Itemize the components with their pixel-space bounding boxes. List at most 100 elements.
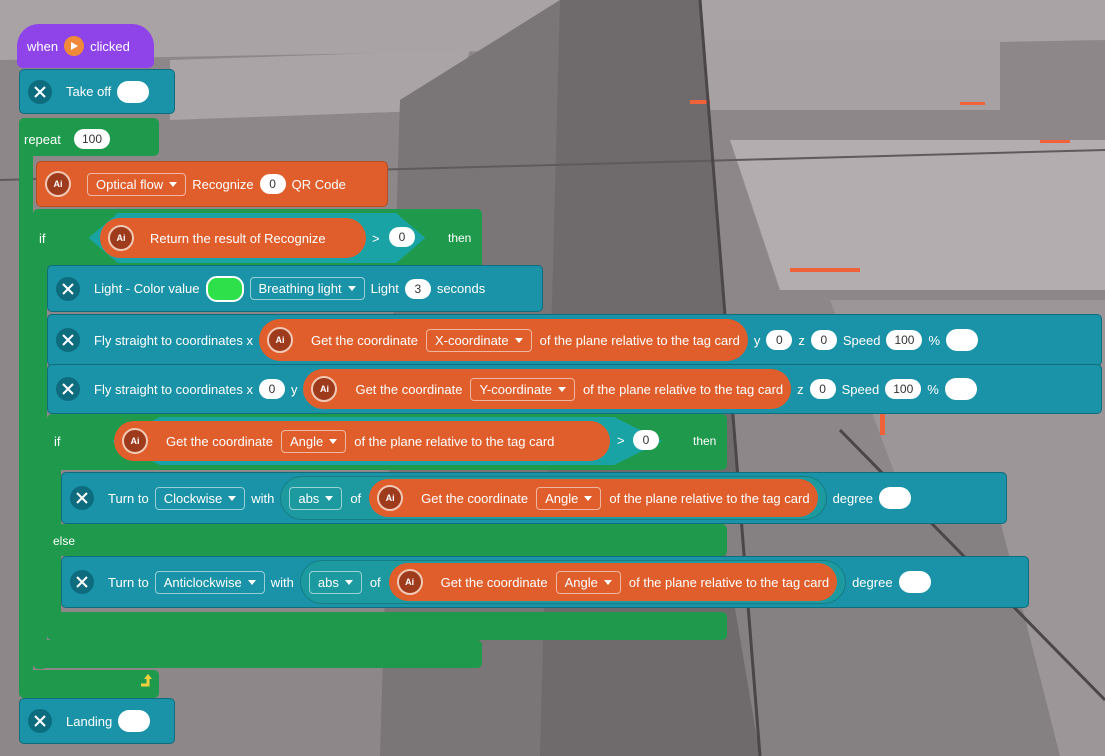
light-seconds-input[interactable]: 3	[404, 278, 431, 299]
when-flag-clicked-block[interactable]: when clicked	[17, 24, 154, 68]
degree-toggle[interactable]	[879, 487, 912, 509]
axis-dropdown[interactable]: X-coordinate	[425, 328, 532, 352]
fly-toggle[interactable]	[946, 329, 979, 351]
speed-input[interactable]: 100	[886, 330, 923, 350]
get-coordinate-label: Get the coordinate	[166, 433, 273, 449]
light-effect-value: Breathing light	[258, 281, 342, 296]
speed-label: Speed	[841, 381, 880, 397]
get-coordinate-label: Get the coordinate	[355, 381, 463, 397]
degree-toggle[interactable]	[898, 571, 931, 593]
percent-label: %	[928, 332, 941, 348]
abs-value: abs	[317, 574, 339, 590]
with-label: with	[270, 574, 294, 590]
turn-to-label: Turn to	[108, 490, 149, 506]
drone-icon	[70, 570, 94, 594]
else-bar	[47, 524, 727, 556]
when-label: when	[27, 38, 59, 54]
light-label: Light	[370, 281, 399, 296]
abs-dropdown[interactable]: abs	[289, 486, 343, 510]
ai-icon: Ai	[45, 171, 71, 197]
ai-icon: Ai	[108, 225, 134, 251]
direction-dropdown[interactable]: Anticlockwise	[154, 570, 265, 594]
drone-icon	[56, 276, 80, 301]
recognize-label: Recognize	[192, 176, 254, 192]
recognize-index-input[interactable]: 0	[259, 174, 286, 194]
direction-value: Clockwise	[163, 490, 223, 506]
axis-value: Y-coordinate	[479, 381, 552, 397]
relative-label: of the plane relative to the tag card	[628, 574, 830, 590]
light-effect-dropdown[interactable]: Breathing light	[249, 277, 365, 300]
z-label: z	[797, 381, 804, 397]
landing-block[interactable]: Landing	[19, 698, 175, 744]
get-coordinate-reporter[interactable]: Ai Get the coordinate X-coordinate of th…	[258, 319, 748, 361]
color-swatch[interactable]	[205, 275, 244, 302]
axis-value: Angle	[545, 490, 579, 506]
axis-value: X-coordinate	[434, 332, 509, 348]
with-label: with	[251, 490, 275, 506]
landing-toggle[interactable]	[118, 710, 151, 732]
fly-label: Fly straight to coordinates x	[94, 332, 253, 348]
y-input[interactable]: 0	[766, 330, 793, 350]
optical-flow-value: Optical flow	[96, 176, 164, 192]
get-coordinate-reporter[interactable]: Ai Get the coordinate Angle of the plane…	[369, 479, 818, 517]
chevron-down-icon	[584, 495, 593, 501]
get-coordinate-label: Get the coordinate	[310, 332, 418, 348]
fly-toggle[interactable]	[944, 378, 977, 400]
axis-dropdown[interactable]: Y-coordinate	[470, 377, 575, 401]
get-coordinate-reporter[interactable]: Ai Get the coordinate Angle of the plane…	[114, 421, 610, 461]
abs-value: abs	[298, 490, 320, 506]
fly-label: Fly straight to coordinates x	[94, 381, 253, 397]
then-label: then	[693, 434, 717, 448]
z-label: z	[798, 332, 805, 348]
of-label: of	[369, 574, 381, 590]
axis-dropdown[interactable]: Angle	[536, 486, 602, 510]
axis-value: Angle	[564, 574, 598, 590]
landing-label: Landing	[66, 713, 113, 729]
direction-value: Anticlockwise	[163, 574, 242, 590]
green-flag-icon	[64, 36, 85, 56]
optical-flow-recognize-block[interactable]: Ai Optical flow Recognize 0 QR Code	[36, 161, 388, 207]
z-input[interactable]: 0	[809, 379, 836, 399]
repeat-count-input[interactable]: 100	[74, 129, 111, 149]
take-off-block[interactable]: Take off	[19, 69, 175, 114]
compare-value-input[interactable]: 0	[633, 430, 659, 450]
repeat-label: repeat	[24, 132, 61, 147]
greater-than-label: >	[617, 433, 625, 448]
take-off-toggle[interactable]	[117, 80, 150, 103]
turn-to-label: Turn to	[108, 574, 149, 590]
light-color-block[interactable]: Light - Color value Breathing light Ligh…	[47, 265, 543, 312]
optical-flow-dropdown[interactable]: Optical flow	[87, 172, 187, 196]
get-coordinate-reporter[interactable]: Ai Get the coordinate Angle of the plane…	[388, 563, 838, 601]
chevron-down-icon	[325, 495, 334, 501]
abs-reporter[interactable]: abs of Ai Get the coordinate Angle of th…	[299, 560, 847, 604]
turn-clockwise-block[interactable]: Turn to Clockwise with abs of Ai Get the…	[61, 472, 1007, 524]
get-coordinate-reporter[interactable]: Ai Get the coordinate Y-coordinate of th…	[303, 369, 792, 409]
axis-dropdown[interactable]: Angle	[555, 570, 621, 594]
direction-dropdown[interactable]: Clockwise	[154, 486, 246, 510]
chevron-down-icon	[169, 181, 178, 187]
repeat-arm	[19, 118, 33, 696]
fly-straight-block-1[interactable]: Fly straight to coordinates x Ai Get the…	[47, 314, 1102, 366]
relative-label: of the plane relative to the tag card	[582, 381, 784, 397]
relative-label: of the plane relative to the tag card	[609, 490, 810, 506]
ai-icon: Ai	[396, 569, 423, 595]
axis-dropdown[interactable]: Angle	[280, 429, 347, 453]
chevron-down-icon	[514, 337, 523, 343]
speed-input[interactable]: 100	[885, 379, 922, 399]
fly-straight-block-2[interactable]: Fly straight to coordinates x 0 y Ai Get…	[47, 364, 1102, 414]
drone-icon	[70, 486, 94, 510]
compare-value-input[interactable]: 0	[389, 227, 415, 247]
recognize-result-reporter[interactable]: Ai Return the result of Recognize	[100, 218, 366, 258]
of-label: of	[350, 490, 362, 506]
x-input[interactable]: 0	[258, 379, 285, 399]
clicked-label: clicked	[90, 38, 130, 54]
relative-label: of the plane relative to the tag card	[539, 332, 740, 348]
abs-dropdown[interactable]: abs	[308, 570, 362, 594]
abs-reporter[interactable]: abs of Ai Get the coordinate Angle of th…	[280, 476, 827, 520]
if-outer-foot	[33, 640, 482, 668]
z-input[interactable]: 0	[810, 330, 837, 350]
ai-icon: Ai	[266, 327, 293, 353]
turn-anticlockwise-block[interactable]: Turn to Anticlockwise with abs of Ai Get…	[61, 556, 1029, 608]
seconds-label: seconds	[436, 281, 486, 296]
chevron-down-icon	[347, 286, 356, 291]
